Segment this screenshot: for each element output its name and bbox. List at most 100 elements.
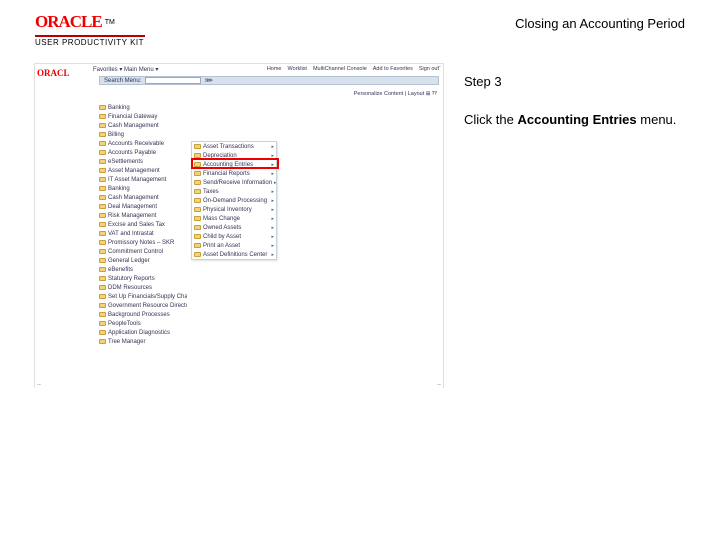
oracle-logo: ORACLE TM — [35, 12, 145, 32]
submenu-item[interactable]: Print an Asset▸ — [192, 241, 276, 250]
top-nav: Home Worklist MultiChannel Console Add t… — [267, 66, 439, 72]
nav-item[interactable]: Government Resource Directory — [99, 301, 187, 310]
submenu-item[interactable]: Child by Asset▸ — [192, 232, 276, 241]
nav-item-label: eSettlements — [108, 159, 143, 165]
nav-item[interactable]: Accounts Payable — [99, 148, 187, 157]
nav-worklist[interactable]: Worklist — [287, 66, 306, 72]
nav-item[interactable]: eSettlements — [99, 157, 187, 166]
nav-item[interactable]: Tree Manager — [99, 337, 187, 346]
submenu-item[interactable]: Owned Assets▸ — [192, 223, 276, 232]
nav-item[interactable]: Set Up Financials/Supply Chain — [99, 292, 187, 301]
folder-icon — [194, 171, 201, 176]
nav-fav[interactable]: Add to Favorites — [373, 66, 413, 72]
folder-icon — [99, 114, 106, 119]
nav-item[interactable]: Cash Management — [99, 193, 187, 202]
chevron-right-icon: ▸ — [271, 162, 274, 168]
submenu-item[interactable]: Mass Change▸ — [192, 214, 276, 223]
submenu-item[interactable]: Asset Transactions▸ — [192, 142, 276, 151]
instr-bold: Accounting Entries — [517, 112, 636, 127]
folder-icon — [99, 105, 106, 110]
folder-icon — [194, 234, 201, 239]
folder-icon — [99, 231, 106, 236]
submenu-item-label: On-Demand Processing — [203, 198, 267, 204]
submenu-item[interactable]: Taxes▸ — [192, 187, 276, 196]
nav-item[interactable]: Commitment Control — [99, 247, 187, 256]
folder-icon — [99, 168, 106, 173]
breadcrumb-nav[interactable]: Favorites ▾ Main Menu ▾ — [93, 66, 158, 73]
instr-pre: Click the — [464, 112, 517, 127]
folder-icon — [194, 144, 201, 149]
app-screenshot: – – – ORACL Favorites ▾ Main Menu ▾ Home… — [34, 63, 444, 388]
search-input[interactable] — [145, 77, 201, 84]
nav-item[interactable]: Application Diagnostics — [99, 328, 187, 337]
nav-item[interactable]: PeopleTools — [99, 319, 187, 328]
chevron-right-icon: ▸ — [271, 252, 274, 258]
nav-item[interactable]: DDM Resources — [99, 283, 187, 292]
folder-icon — [99, 150, 106, 155]
nav-item[interactable]: Banking — [99, 184, 187, 193]
page-title: Closing an Accounting Period — [515, 16, 685, 31]
instr-post: menu. — [637, 112, 677, 127]
nav-item-label: Background Processes — [108, 312, 170, 318]
nav-item-label: IT Asset Management — [108, 177, 166, 183]
nav-item[interactable]: Promissory Notes – SKR — [99, 238, 187, 247]
submenu-item[interactable]: Send/Receive Information▸ — [192, 178, 276, 187]
instruction-panel: Step 3 Click the Accounting Entries menu… — [464, 73, 694, 388]
nav-item[interactable]: Asset Management — [99, 166, 187, 175]
submenu-item-label: Physical Inventory — [203, 207, 252, 213]
nav-item-label: Banking — [108, 105, 130, 111]
personalize-bar[interactable]: Personalize Content | Layout ⊞ ⁇ — [135, 91, 437, 97]
submenu-item-label: Financial Reports — [203, 171, 250, 177]
nav-item[interactable]: VAT and Intrastat — [99, 229, 187, 238]
folder-icon — [194, 153, 201, 158]
nav-item[interactable]: eBenefits — [99, 265, 187, 274]
folder-icon — [99, 294, 106, 299]
folder-icon — [194, 198, 201, 203]
folder-icon — [99, 240, 106, 245]
folder-icon — [99, 177, 106, 182]
nav-home[interactable]: Home — [267, 66, 282, 72]
submenu-item-label: Print an Asset — [203, 243, 240, 249]
chevron-right-icon: ▸ — [271, 189, 274, 195]
nav-item[interactable]: Excise and Sales Tax — [99, 220, 187, 229]
nav-item[interactable]: Billing — [99, 130, 187, 139]
instruction-text: Click the Accounting Entries menu. — [464, 111, 694, 129]
corner-bl: – — [36, 382, 42, 388]
chevron-right-icon: ▸ — [271, 171, 274, 177]
chevron-right-icon: ▸ — [271, 153, 274, 159]
nav-item-label: DDM Resources — [108, 285, 152, 291]
nav-item[interactable]: Banking — [99, 103, 187, 112]
nav-item[interactable]: General Ledger — [99, 256, 187, 265]
nav-item[interactable]: Accounts Receivable — [99, 139, 187, 148]
submenu-item[interactable]: Depreciation▸ — [192, 151, 276, 160]
search-go-icon[interactable]: ⋙ — [204, 77, 213, 84]
search-label: Search Menu: — [104, 78, 141, 84]
submenu-item[interactable]: On-Demand Processing▸ — [192, 196, 276, 205]
submenu-item[interactable]: Asset Definitions Center▸ — [192, 250, 276, 259]
chevron-right-icon: ▸ — [271, 225, 274, 231]
nav-item[interactable]: Deal Management — [99, 202, 187, 211]
nav-item-label: Application Diagnostics — [108, 330, 170, 336]
submenu-item-label: Asset Transactions — [203, 144, 254, 150]
chevron-right-icon: ▸ — [271, 216, 274, 222]
nav-item-label: Banking — [108, 186, 130, 192]
nav-item-label: Financial Gateway — [108, 114, 157, 120]
nav-item-label: Risk Management — [108, 213, 156, 219]
folder-icon — [99, 141, 106, 146]
folder-icon — [99, 258, 106, 263]
nav-item[interactable]: IT Asset Management — [99, 175, 187, 184]
folder-icon — [99, 159, 106, 164]
submenu-item[interactable]: Financial Reports ▸ — [192, 169, 276, 178]
nav-item[interactable]: Statutory Reports — [99, 274, 187, 283]
nav-item[interactable]: Cash Management — [99, 121, 187, 130]
nav-item[interactable]: Background Processes — [99, 310, 187, 319]
submenu-item[interactable]: Accounting Entries▸ — [192, 160, 276, 169]
nav-item[interactable]: Risk Management — [99, 211, 187, 220]
nav-signout[interactable]: Sign out — [419, 66, 439, 72]
nav-mcc[interactable]: MultiChannel Console — [313, 66, 367, 72]
folder-icon — [99, 321, 106, 326]
nav-item-label: Cash Management — [108, 195, 159, 201]
submenu-item[interactable]: Physical Inventory▸ — [192, 205, 276, 214]
nav-item[interactable]: Financial Gateway — [99, 112, 187, 121]
nav-item-label: Statutory Reports — [108, 276, 155, 282]
